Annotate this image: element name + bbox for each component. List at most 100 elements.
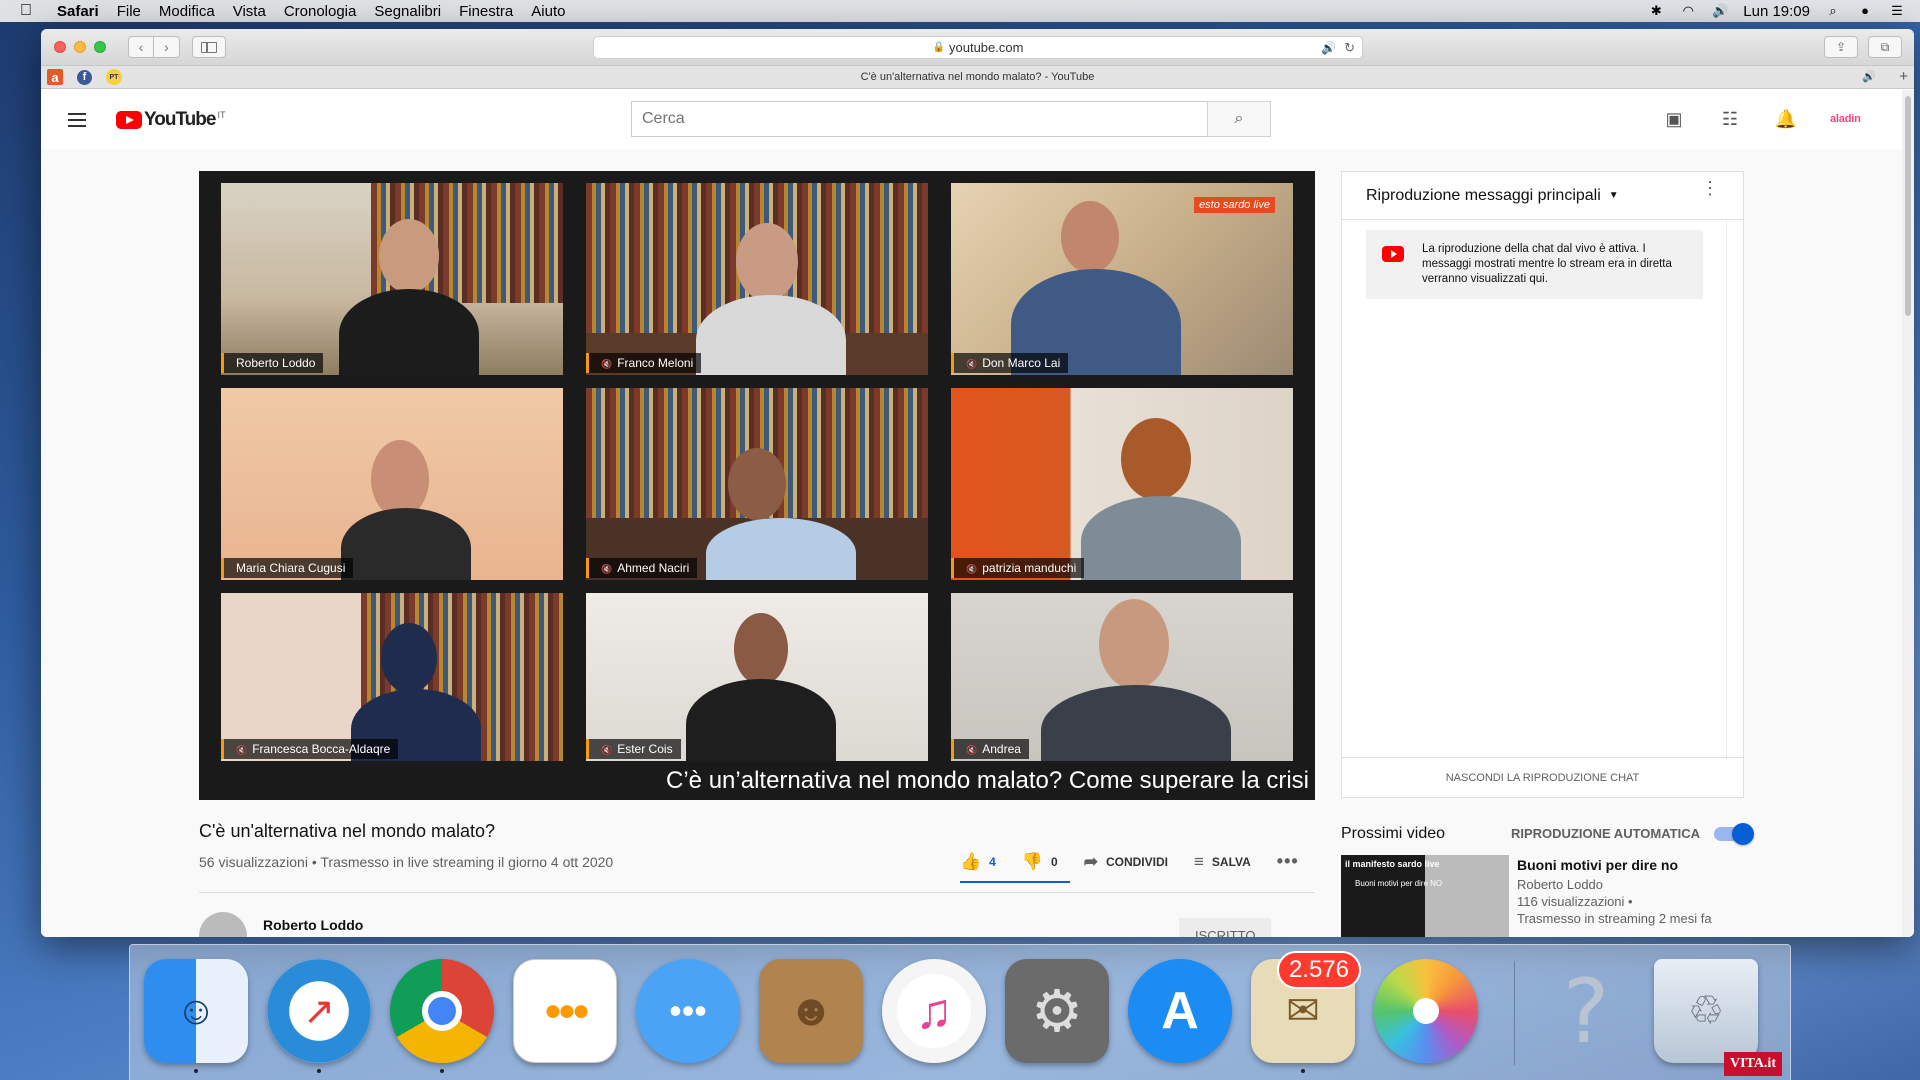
youtube-play-icon (116, 110, 142, 129)
unknown-app-icon[interactable]: ? (1534, 959, 1638, 1063)
tab-speaker-icon[interactable]: 🔊 (1862, 70, 1876, 83)
menu-app-name[interactable]: Safari (57, 3, 99, 20)
video-actions: 👍 4 👎 0 ➦ CONDIVIDI ≡ SALVA ••• (960, 851, 1299, 883)
bluetooth-icon[interactable]: ✱ (1647, 4, 1665, 18)
sidebar-toggle-button[interactable] (192, 36, 226, 58)
dislike-button[interactable]: 👎 0 (1022, 852, 1058, 872)
youtube-country-code: IT (217, 109, 226, 120)
like-button[interactable]: 👍 4 (960, 852, 996, 872)
safari-window: ‹ › 🔒 youtube.com 🔊 ↻ ⇪ ⧉ a f PT C'è un'… (41, 29, 1914, 937)
like-ratio-bar (960, 881, 1070, 883)
up-next-video-card[interactable]: il manifesto sardo live Buoni motivi per… (1341, 855, 1712, 937)
channel-name[interactable]: Roberto Loddo (263, 917, 363, 933)
search-input[interactable] (631, 101, 1207, 137)
participant-name: 🔇 Andrea (951, 739, 1029, 759)
video-card-title[interactable]: Buoni motivi per dire no (1517, 857, 1712, 873)
video-card-info: Buoni motivi per dire no Roberto Loddo 1… (1517, 855, 1712, 937)
system-preferences-icon[interactable]: ⚙ (1005, 959, 1109, 1063)
tab-title[interactable]: C'è un'alternativa nel mondo malato? - Y… (41, 71, 1914, 83)
youtube-logo[interactable]: YouTube IT (116, 109, 225, 131)
participant-name: 🔇 Ahmed Naciri (586, 558, 698, 578)
notification-center-icon[interactable]: ☰ (1888, 4, 1906, 18)
tab-audio-icon[interactable]: 🔊 (1321, 41, 1336, 55)
chrome-icon[interactable] (390, 959, 494, 1073)
channel-row: Roberto Loddo (199, 912, 363, 937)
reload-icon[interactable]: ↻ (1344, 40, 1355, 56)
autoplay-toggle[interactable] (1713, 822, 1754, 845)
contacts-icon[interactable]: ☻ (759, 959, 863, 1063)
scrollbar-thumb[interactable] (1905, 96, 1911, 316)
participant-tile: 🔇 Franco Meloni (586, 183, 928, 375)
search-icon: ⌕ (1234, 110, 1244, 127)
menu-finestra[interactable]: Finestra (459, 3, 513, 20)
photos-icon[interactable] (1374, 959, 1478, 1063)
finder-icon[interactable]: ☺ (144, 959, 248, 1073)
app-store-icon[interactable]: A (1128, 959, 1232, 1063)
youtube-wordmark: YouTube (144, 108, 216, 130)
messages-icon[interactable]: ••• (636, 959, 740, 1063)
participant-tile: 🔇 Ahmed Naciri (586, 388, 928, 580)
channel-brand-overlay: esto sardo live (1194, 197, 1275, 213)
notifications-bell-icon[interactable]: 🔔 (1774, 107, 1798, 131)
youtube-header: YouTube IT ⌕ ▣ ☷ 🔔 aladin (41, 90, 1914, 149)
video-title: C'è un'alternativa nel mondo malato? (199, 821, 496, 841)
dock-apps: ☺ ↗ ●●● ••• ☻ ♫ ⚙ A ✉ 2.576 (144, 951, 1478, 1073)
apple-menu-icon[interactable]:  (20, 3, 35, 19)
back-button[interactable]: ‹ (128, 36, 154, 58)
chat-more-icon[interactable]: ⋮ (1701, 179, 1719, 197)
address-bar[interactable]: 🔒 youtube.com 🔊 ↻ (593, 36, 1363, 59)
spotlight-icon[interactable]: ⌕ (1824, 4, 1842, 18)
menu-modifica[interactable]: Modifica (159, 3, 215, 20)
channel-avatar[interactable] (199, 912, 247, 937)
chat-header[interactable]: Riproduzione messaggi principali ▼ ⋮ (1342, 172, 1743, 220)
menubar-clock[interactable]: Lun 19:09 (1743, 3, 1810, 20)
thumbnail-title: il manifesto sardo live (1345, 859, 1440, 869)
apps-grid-icon[interactable]: ☷ (1718, 107, 1742, 131)
participant-tile: Roberto Loddo (221, 183, 563, 375)
more-actions-icon[interactable]: ••• (1277, 851, 1299, 872)
tab-overview-button[interactable]: ⧉ (1868, 36, 1902, 58)
search-box: ⌕ (631, 101, 1271, 137)
siri-icon[interactable]: ● (1856, 4, 1874, 18)
safari-icon[interactable]: ↗ (267, 959, 371, 1073)
playlist-add-icon: ≡ (1193, 851, 1204, 871)
menu-file[interactable]: File (117, 3, 141, 20)
volume-icon[interactable]: 🔊 (1711, 4, 1729, 18)
menu-vista[interactable]: Vista (233, 3, 266, 20)
itunes-icon[interactable]: ♫ (882, 959, 986, 1063)
share-video-button[interactable]: ➦ CONDIVIDI (1084, 852, 1168, 872)
close-window-button[interactable] (54, 41, 66, 53)
participants-grid: Roberto Loddo 🔇 Franco Meloni esto sardo … (221, 183, 1293, 761)
chat-scrollbar[interactable] (1726, 220, 1727, 760)
youtube-icon (1382, 246, 1404, 262)
page-scrollbar[interactable] (1902, 90, 1914, 937)
sidebar-icon (201, 41, 217, 53)
divider (199, 892, 1315, 893)
minimize-window-button[interactable] (74, 41, 86, 53)
forward-button[interactable]: › (154, 36, 180, 58)
menu-cronologia[interactable]: Cronologia (284, 3, 357, 20)
new-tab-button[interactable]: + (1899, 68, 1908, 85)
menu-aiuto[interactable]: Aiuto (531, 3, 565, 20)
share-button[interactable]: ⇪ (1824, 36, 1858, 58)
participant-name: 🔇 Ester Cois (586, 739, 681, 759)
mail-icon[interactable]: ✉ 2.576 (1251, 951, 1361, 1073)
trash-icon[interactable]: ♲ (1654, 959, 1758, 1063)
account-avatar[interactable]: aladin (1830, 113, 1864, 125)
menu-hamburger-icon[interactable] (68, 112, 86, 127)
fullscreen-window-button[interactable] (94, 41, 106, 53)
hide-chat-replay-button[interactable]: NASCONDI LA RIPRODUZIONE CHAT (1342, 757, 1743, 797)
reminders-icon[interactable]: ●●● (513, 959, 617, 1063)
search-button[interactable]: ⌕ (1207, 101, 1271, 137)
video-player[interactable]: Roberto Loddo 🔇 Franco Meloni esto sardo … (199, 171, 1315, 800)
up-next-label: Prossimi video (1341, 825, 1446, 842)
create-video-icon[interactable]: ▣ (1662, 107, 1686, 131)
save-video-button[interactable]: ≡ SALVA (1194, 852, 1251, 872)
participant-tile: 🔇 Ester Cois (586, 593, 928, 761)
video-thumbnail[interactable]: il manifesto sardo live Buoni motivi per… (1341, 855, 1509, 937)
menu-segnalibri[interactable]: Segnalibri (374, 3, 441, 20)
video-card-channel: Roberto Loddo (1517, 877, 1604, 892)
wifi-icon[interactable]: ◠ (1679, 4, 1697, 18)
dock-separator (1514, 961, 1515, 1065)
subscribe-button[interactable]: ISCRITTO (1179, 918, 1272, 937)
